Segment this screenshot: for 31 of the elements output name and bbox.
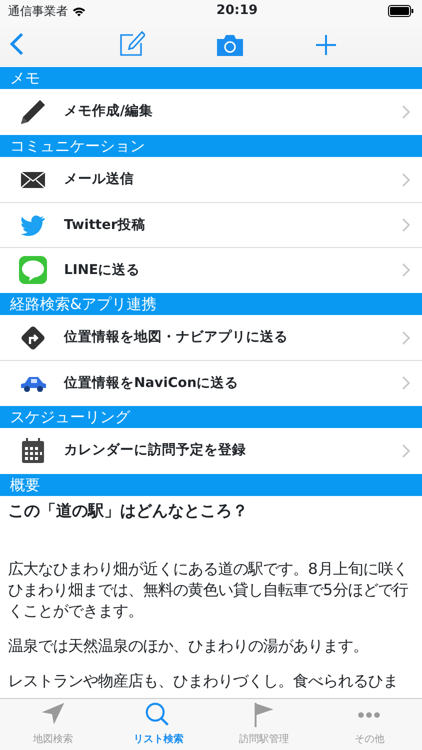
list-item[interactable]: 位置情報をNaviConに送る — [0, 360, 422, 405]
battery-icon — [388, 5, 414, 17]
section-header: スケジューリング — [0, 406, 422, 428]
list-item[interactable]: カレンダーに訪問予定を登録 — [0, 428, 422, 473]
chevron-icon — [402, 444, 410, 458]
list-item[interactable]: 位置情報を地図・ナビアプリに送る — [0, 315, 422, 360]
chevron-icon — [402, 376, 410, 390]
overview-paragraph: 温泉では天然温泉のほか、ひまわりの湯があります。 — [8, 636, 369, 657]
list-item[interactable]: LINEに送る — [0, 247, 422, 292]
overview-paragraph: 広大なひまわり畑が近くにある道の駅です。8月上旬に咲くひまわり畑までは、無料の黄色い貸し自転車で5分ほどで行くことができます。 — [8, 559, 409, 622]
overview-paragraph: レストランや物産店も、ひまわりづくし。食べられるひま — [8, 671, 399, 692]
chevron-icon — [402, 104, 410, 118]
wifi-icon — [72, 6, 86, 16]
section-header: 経路検索&アプリ連携 — [0, 293, 422, 315]
status-time: 20:19 — [216, 2, 258, 20]
chevron-icon — [402, 218, 410, 232]
carrier-text: 通信事業者 — [8, 3, 68, 20]
section-header: 概要 — [0, 474, 422, 496]
chevron-icon — [402, 172, 410, 186]
back-button[interactable] — [10, 32, 24, 56]
list-item[interactable]: Twitter投稿 — [0, 202, 422, 247]
chat-app-icon — [18, 255, 48, 285]
section-header: メモ — [0, 67, 422, 89]
chevron-icon — [402, 330, 410, 344]
compose-button[interactable] — [119, 31, 146, 57]
more-icon — [358, 712, 380, 718]
list-item[interactable]: メール送信 — [0, 157, 422, 202]
section-header: コミュニケーション — [0, 135, 422, 157]
list-item[interactable]: メモ作成/編集 — [0, 89, 422, 134]
overview-heading: この「道の駅」はどんなところ？ — [8, 500, 249, 522]
chevron-icon — [402, 263, 410, 277]
